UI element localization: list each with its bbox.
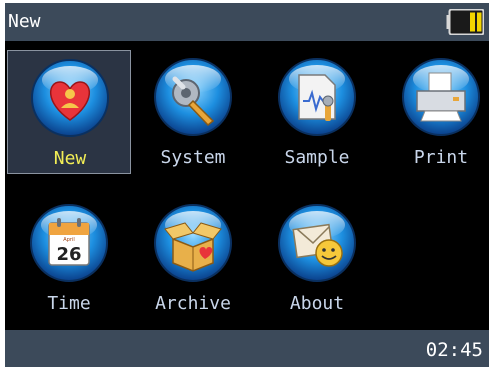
menu-item-system[interactable]: System bbox=[131, 50, 255, 174]
printer-icon bbox=[402, 58, 480, 136]
calendar-month: April bbox=[63, 237, 74, 243]
battery-icon bbox=[446, 9, 484, 35]
smiley-envelope-icon bbox=[278, 204, 356, 282]
menu-item-label: Time bbox=[47, 293, 91, 314]
wrench-gear-icon bbox=[154, 58, 232, 136]
menu-item-about[interactable]: About bbox=[255, 196, 379, 320]
menu-item-new[interactable]: New bbox=[7, 50, 131, 174]
device-screen: New New System Sample Print April 26 Tim… bbox=[0, 0, 493, 371]
menu-item-label: Print bbox=[413, 147, 469, 168]
menu-item-label: Sample bbox=[284, 147, 350, 168]
title-bar: New bbox=[5, 3, 489, 41]
open-box-icon bbox=[154, 204, 232, 282]
menu-item-label: New bbox=[53, 148, 87, 169]
display: New New System Sample Print April 26 Tim… bbox=[5, 3, 489, 367]
page-title: New bbox=[8, 11, 41, 32]
status-bar: 02:45 bbox=[5, 330, 489, 367]
document-waveform-icon bbox=[278, 58, 356, 136]
menu-item-time[interactable]: April 26 Time bbox=[7, 196, 131, 320]
menu-item-sample[interactable]: Sample bbox=[255, 50, 379, 174]
clock: 02:45 bbox=[425, 339, 483, 361]
calendar-day: 26 bbox=[56, 244, 81, 265]
calendar-icon: April 26 bbox=[30, 204, 108, 282]
menu-item-print[interactable]: Print bbox=[379, 50, 489, 174]
menu-item-label: Archive bbox=[155, 293, 231, 314]
heart-icon bbox=[31, 59, 109, 137]
menu-item-label: System bbox=[160, 147, 226, 168]
menu-item-archive[interactable]: Archive bbox=[131, 196, 255, 320]
menu-item-label: About bbox=[289, 293, 345, 314]
